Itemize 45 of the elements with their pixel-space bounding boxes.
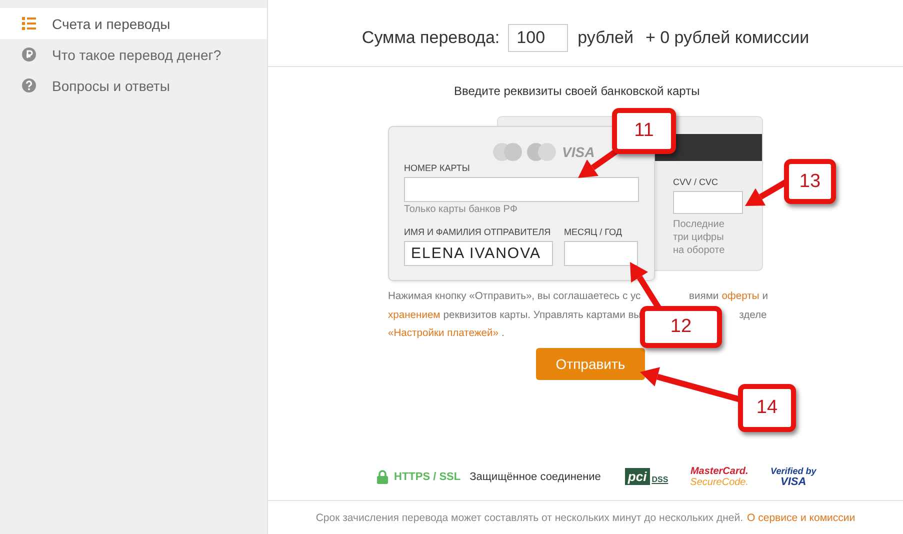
callout-number: 14 xyxy=(738,384,796,432)
callout-number: 13 xyxy=(784,159,836,204)
field-label: МЕСЯЦ / ГОД xyxy=(564,227,623,237)
name-field[interactable]: ELENA IVANOVA xyxy=(404,241,553,266)
link[interactable]: хранением xyxy=(388,306,440,325)
link[interactable]: «Настройки платежей» xyxy=(388,325,498,344)
sidebar-item[interactable]: Что такое перевод денег? xyxy=(0,39,267,70)
sidebar-item[interactable]: Вопросы и ответы xyxy=(0,70,267,101)
field-label: НОМЕР КАРТЫ xyxy=(404,163,471,173)
securecode-logo: MasterCard. SecureCode. xyxy=(690,466,749,488)
amount-field[interactable]: 100 xyxy=(508,24,568,52)
note-text: Нажимая кнопку «Отправить», вы соглашаетесь с ус xyxy=(388,290,641,304)
note-text: виями xyxy=(689,290,719,304)
field-label: ИМЯ И ФАМИЛИЯ ОТПРАВИТЕЛЯ xyxy=(404,227,552,237)
submit-button[interactable]: Отправить xyxy=(536,348,645,380)
cvv-field[interactable] xyxy=(673,191,743,214)
verified-visa-logo: Verified by VISA xyxy=(770,466,816,488)
form-title: Введите реквизиты своей банковской карты xyxy=(454,84,700,98)
question-icon xyxy=(22,78,36,93)
amount-label: Сумма перевода: xyxy=(362,28,500,48)
lock-icon xyxy=(377,470,388,484)
note-text: . xyxy=(501,327,504,341)
callout-number: 11 xyxy=(612,108,676,154)
callout-number: 12 xyxy=(640,306,722,348)
hint-text: Только карты банков РФ xyxy=(404,204,518,215)
commission-label: + 0 рублей комиссии xyxy=(645,28,810,48)
note-text: зделе xyxy=(739,308,767,322)
card-logo-icon xyxy=(526,142,558,162)
pci-dss-logo: pci DSS xyxy=(624,468,668,485)
footer-text: Срок зачисления перевода может составлять от нескольких минут до нескольких дней. xyxy=(316,512,744,524)
sidebar-item[interactable]: Счета и переводы xyxy=(0,8,267,39)
secure-text: Защищённое соединение xyxy=(470,470,601,482)
field-label: CVV / CVC xyxy=(673,177,720,187)
ruble-icon xyxy=(22,47,36,62)
card-logo-icon xyxy=(492,142,524,162)
protocol-label: HTTPS / SSL xyxy=(394,470,461,482)
link[interactable]: оферты xyxy=(722,288,760,306)
currency-label: рублей xyxy=(578,28,634,48)
list-icon xyxy=(22,16,36,31)
card-logo-text: VISA xyxy=(562,144,595,160)
hint-text: Последние три цифры на обороте xyxy=(673,218,726,257)
link[interactable]: О сервисе и комиссии xyxy=(747,512,856,524)
expiry-field[interactable] xyxy=(564,241,638,266)
card-number-field[interactable] xyxy=(404,177,639,202)
note-text: и xyxy=(762,290,768,304)
